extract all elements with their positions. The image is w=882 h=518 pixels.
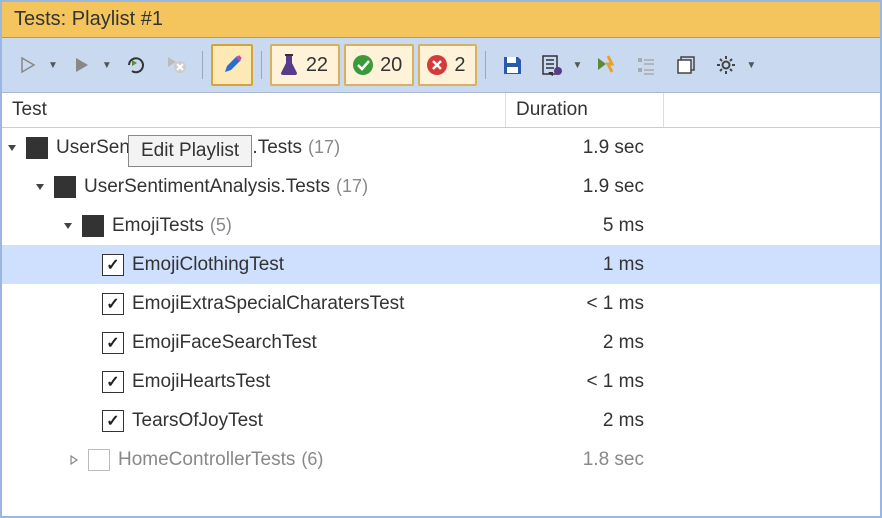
row-label: EmojiHeartsTest <box>132 371 270 393</box>
run-all-outline-button[interactable] <box>10 47 46 83</box>
failed-count: 2 <box>454 54 465 77</box>
tree-test-row[interactable]: EmojiFaceSearchTest 2 ms <box>2 323 880 362</box>
row-label: EmojiExtraSpecialCharatersTest <box>132 293 404 315</box>
row-left: EmojiExtraSpecialCharatersTest <box>2 293 506 315</box>
row-duration: 1 ms <box>506 254 664 276</box>
run-caret[interactable]: ▼ <box>102 60 112 71</box>
row-label: UserSentimentAnalysis.Tests <box>84 176 330 198</box>
tree-group-row[interactable]: HomeControllerTests (6)1.8 sec <box>2 440 880 479</box>
row-label: HomeControllerTests <box>118 449 295 471</box>
window-title: Tests: Playlist #1 <box>2 2 880 38</box>
row-left: EmojiFaceSearchTest <box>2 332 506 354</box>
total-count: 22 <box>306 54 328 77</box>
row-duration: 1.8 sec <box>506 449 664 471</box>
tree-group-row[interactable]: UserSentimentAnalysis.Tests (17)1.9 sec <box>2 167 880 206</box>
row-duration: < 1 ms <box>506 293 664 315</box>
failed-tests-stat[interactable]: 2 <box>418 44 477 86</box>
collapse-icon[interactable] <box>60 218 76 234</box>
row-count: (5) <box>210 215 232 236</box>
checkbox[interactable] <box>102 254 124 276</box>
row-count: (17) <box>336 176 368 197</box>
test-tree: Edit Playlist UserSentimentAnalysis.Test… <box>2 128 880 479</box>
row-left: UserSentimentAnalysis.Tests (17) <box>2 176 506 198</box>
row-left: EmojiClothingTest <box>2 254 506 276</box>
row-duration: 1.9 sec <box>506 176 664 198</box>
row-left: EmojiTests (5) <box>2 215 506 237</box>
checkbox[interactable] <box>82 215 104 237</box>
separator <box>261 51 262 79</box>
save-button[interactable] <box>494 47 530 83</box>
total-tests-stat[interactable]: 22 <box>270 44 340 86</box>
row-label: EmojiClothingTest <box>132 254 284 276</box>
passed-tests-stat[interactable]: 20 <box>344 44 414 86</box>
row-duration: 1.9 sec <box>506 137 664 159</box>
row-left: TearsOfJoyTest <box>2 410 506 432</box>
toolbar: ▼ ▼ 22 20 2 ▼ ▼ <box>2 38 880 93</box>
tree-test-row[interactable]: EmojiClothingTest 1 ms <box>2 245 880 284</box>
collapse-icon[interactable] <box>32 179 48 195</box>
row-duration: 2 ms <box>506 332 664 354</box>
checkbox[interactable] <box>102 332 124 354</box>
row-label: EmojiTests <box>112 215 204 237</box>
checkbox[interactable] <box>102 293 124 315</box>
checkbox[interactable] <box>54 176 76 198</box>
tooltip: Edit Playlist <box>128 135 252 167</box>
separator <box>202 51 203 79</box>
cancel-button[interactable] <box>158 47 194 83</box>
tree-group-row[interactable]: EmojiTests (5)5 ms <box>2 206 880 245</box>
column-duration[interactable]: Duration <box>506 93 664 127</box>
repeat-button[interactable] <box>118 47 154 83</box>
group-button[interactable] <box>628 47 664 83</box>
row-label: TearsOfJoyTest <box>132 410 263 432</box>
tree-test-row[interactable]: EmojiHeartsTest < 1 ms <box>2 362 880 401</box>
checkbox[interactable] <box>88 449 110 471</box>
windows-button[interactable] <box>668 47 704 83</box>
flask-icon <box>278 53 300 77</box>
run-all-caret[interactable]: ▼ <box>48 60 58 71</box>
settings-button[interactable] <box>708 47 744 83</box>
checkbox[interactable] <box>102 410 124 432</box>
row-count: (17) <box>308 137 340 158</box>
row-duration: < 1 ms <box>506 371 664 393</box>
checkbox[interactable] <box>26 137 48 159</box>
tree-test-row[interactable]: TearsOfJoyTest 2 ms <box>2 401 880 440</box>
edit-playlist-button[interactable] <box>211 44 253 86</box>
row-duration: 2 ms <box>506 410 664 432</box>
column-test[interactable]: Test <box>2 93 506 127</box>
passed-count: 20 <box>380 54 402 77</box>
row-left: UserSentimentAnalysis.Tests (17) <box>2 137 506 159</box>
run-button[interactable] <box>64 47 100 83</box>
row-label: EmojiFaceSearchTest <box>132 332 317 354</box>
check-circle-icon <box>352 54 374 76</box>
column-headers: Test Duration <box>2 93 880 128</box>
expand-icon[interactable] <box>66 452 82 468</box>
debug-button[interactable] <box>588 47 624 83</box>
settings-caret[interactable]: ▼ <box>746 60 756 71</box>
row-left: HomeControllerTests (6) <box>2 449 506 471</box>
checkbox[interactable] <box>102 371 124 393</box>
row-count: (6) <box>301 449 323 470</box>
row-left: EmojiHeartsTest <box>2 371 506 393</box>
row-duration: 5 ms <box>506 215 664 237</box>
tree-test-row[interactable]: EmojiExtraSpecialCharatersTest < 1 ms <box>2 284 880 323</box>
x-circle-icon <box>426 54 448 76</box>
collapse-icon[interactable] <box>4 140 20 156</box>
separator <box>485 51 486 79</box>
playlist-button[interactable] <box>534 47 570 83</box>
playlist-caret[interactable]: ▼ <box>572 60 582 71</box>
